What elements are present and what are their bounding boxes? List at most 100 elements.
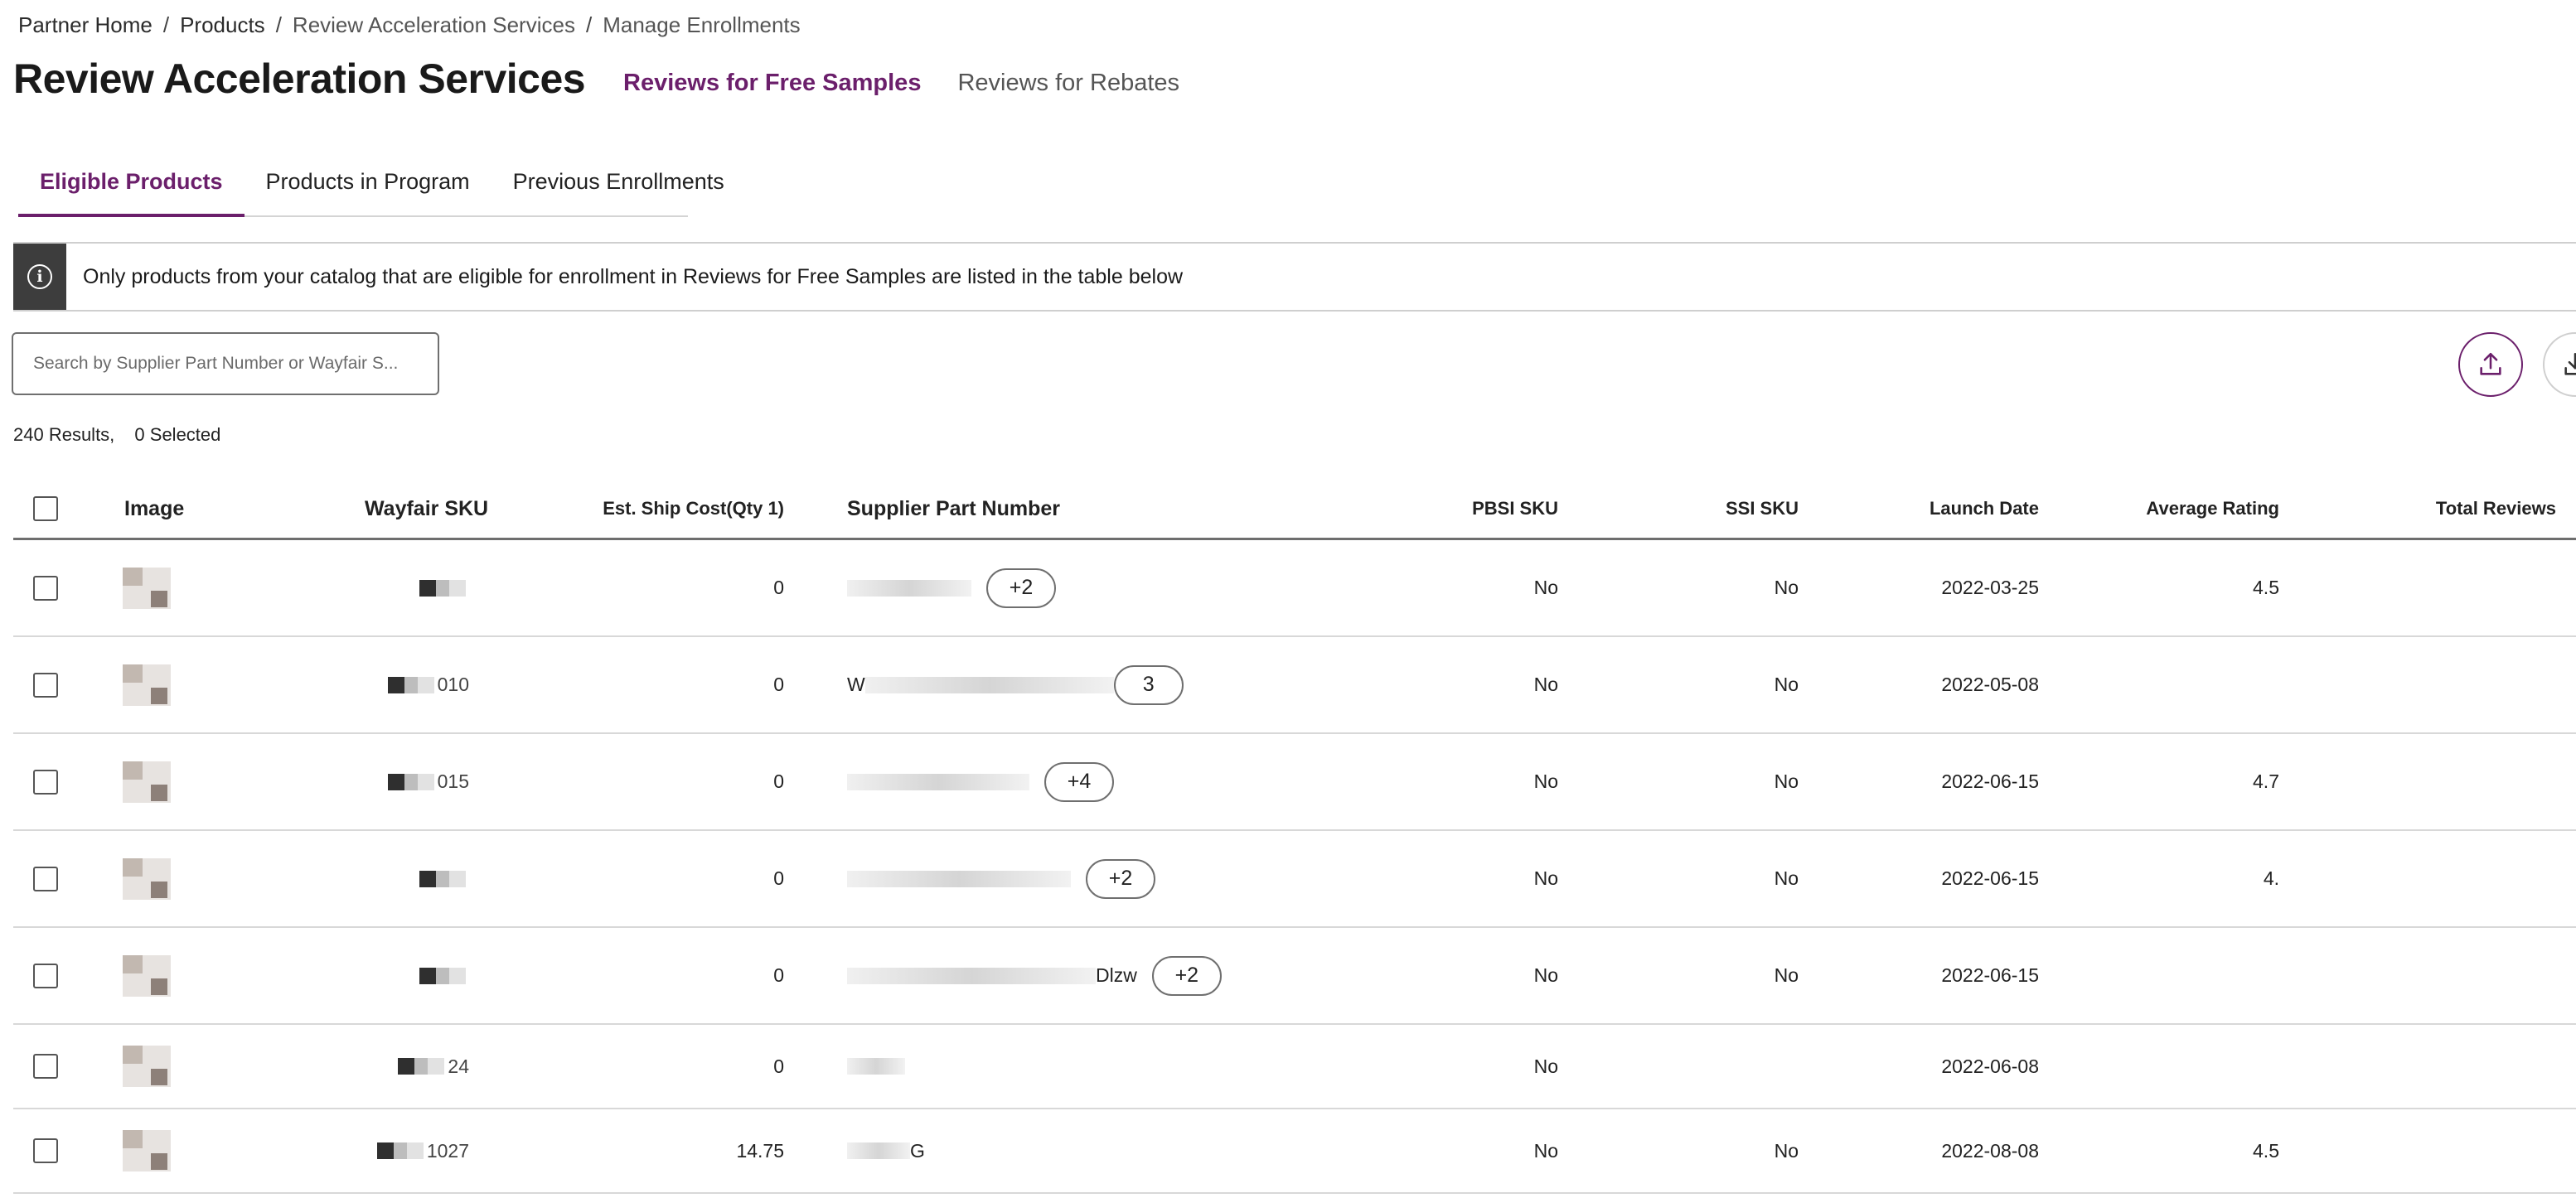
ship-cost: 0 [773,770,784,792]
tab-previous-enrollments[interactable]: Previous Enrollments [491,162,746,215]
search-input[interactable] [12,332,439,395]
breadcrumb-products[interactable]: Products [180,12,265,38]
select-all-cell [33,477,58,540]
pbsi-sku: No [1533,770,1558,792]
launch-date: 2022-03-25 [1941,577,2039,598]
column-header-ship-cost[interactable]: Est. Ship Cost(Qty 1) [593,477,784,540]
page-title: Review Acceleration Services [13,56,586,102]
column-header-ssi-sku[interactable]: SSI SKU [1629,477,1799,540]
breadcrumb-manage-enrollments: Manage Enrollments [603,12,801,37]
ship-cost: 0 [773,1055,784,1077]
pbsi-sku: No [1533,867,1558,889]
ssi-sku: No [1774,770,1799,792]
wayfair-sku [370,928,469,1023]
table-row[interactable]: 0 +2 No No 2022-03-25 4.5 [13,540,2576,637]
supplier-part-text: G [910,1139,925,1162]
sub-tabs: Eligible Products Products in Program Pr… [18,162,724,217]
product-thumbnail[interactable] [123,761,171,803]
product-thumbnail[interactable] [123,664,171,706]
breadcrumb-review-acceleration[interactable]: Review Acceleration Services [293,12,575,38]
tab-reviews-rebates[interactable]: Reviews for Rebates [957,70,1179,97]
pbsi-sku: No [1533,577,1558,598]
average-rating [2110,637,2279,732]
more-parts-pill[interactable]: +2 [986,568,1056,608]
column-header-launch-date[interactable]: Launch Date [1870,477,2039,540]
masked-part-number [847,1058,905,1075]
supplier-part-number: Dlzw +2 [847,928,1222,1023]
average-rating [2110,928,2279,1023]
breadcrumb-separator: / [585,12,593,37]
row-checkbox[interactable] [33,672,58,698]
wayfair-sku: 015 [370,734,469,829]
breadcrumb-separator: / [162,12,170,37]
table-row[interactable]: 1027 14.75 G No No 2022-08-08 4.5 [13,1109,2576,1194]
table-row[interactable]: 24 0 No 2022-06-08 [13,1025,2576,1109]
supplier-part-number: +4 [847,734,1114,829]
masked-part-number [847,579,971,597]
more-parts-pill[interactable]: +2 [1151,955,1222,996]
wayfair-sku: 010 [370,637,469,732]
ship-cost: 0 [773,964,784,986]
upload-button[interactable] [2458,332,2523,397]
tab-products-in-program[interactable]: Products in Program [245,162,491,215]
more-parts-pill[interactable]: +2 [1086,858,1155,899]
download-button[interactable] [2543,332,2576,397]
table-row[interactable]: 010 0 W 3 No No 2022-05-08 [13,637,2576,734]
supplier-part-number: W 3 [847,637,1184,732]
wayfair-sku [370,831,469,926]
product-thumbnail[interactable] [123,857,171,900]
column-header-pbsi-sku[interactable]: PBSI SKU [1389,477,1558,540]
row-checkbox[interactable] [33,575,58,601]
product-thumbnail[interactable] [123,1130,171,1171]
upload-icon [2480,352,2501,375]
pbsi-sku: No [1533,674,1558,695]
row-checkbox[interactable] [33,769,58,795]
row-checkbox[interactable] [33,866,58,891]
tab-reviews-free-samples[interactable]: Reviews for Free Samples [623,70,921,97]
ssi-sku: No [1774,1139,1799,1162]
breadcrumb-separator: / [275,12,282,37]
total-reviews [2334,734,2556,829]
pbsi-sku: No [1533,1139,1558,1162]
total-reviews [2334,637,2556,732]
tab-eligible-products[interactable]: Eligible Products [18,162,245,217]
product-thumbnail[interactable] [123,567,171,609]
launch-date: 2022-05-08 [1941,674,2039,695]
table-row[interactable]: 0 +2 No No 2022-06-15 4. [13,831,2576,928]
breadcrumb-partner-home[interactable]: Partner Home [18,12,153,38]
average-rating: 4.5 [2253,577,2279,598]
column-header-supplier-part[interactable]: Supplier Part Number [847,477,1060,540]
more-parts-pill[interactable]: +4 [1044,761,1114,802]
column-header-wayfair-sku[interactable]: Wayfair SKU [365,477,488,540]
supplier-part-number: +2 [847,831,1155,926]
total-reviews [2334,1109,2556,1192]
supplier-part-number: +2 [847,540,1056,635]
select-all-checkbox[interactable] [33,496,58,521]
row-checkbox[interactable] [33,1054,58,1079]
table-row[interactable]: 0 Dlzw +2 No No 2022-06-15 [13,928,2576,1025]
column-header-average-rating[interactable]: Average Rating [2110,477,2279,540]
masked-part-number [864,676,1114,693]
product-thumbnail[interactable] [123,1046,171,1087]
product-thumbnail[interactable] [123,954,171,997]
more-parts-pill[interactable]: 3 [1113,664,1184,705]
row-checkbox[interactable] [33,1138,58,1163]
launch-date: 2022-06-08 [1941,1055,2039,1077]
launch-date: 2022-08-08 [1941,1139,2039,1162]
table-row[interactable]: 015 0 +4 No No 2022-06-15 4.7 [13,734,2576,831]
average-rating: 4.5 [2253,1139,2279,1162]
launch-date: 2022-06-15 [1941,770,2039,792]
pbsi-sku: No [1533,964,1558,986]
average-rating: 4.7 [2253,770,2279,792]
row-checkbox[interactable] [33,963,58,988]
column-header-total-reviews[interactable]: Total Reviews [2334,477,2556,540]
results-summary: 240 Results, 0 Selected [13,424,220,446]
info-banner-text: Only products from your catalog that are… [83,264,1184,288]
wayfair-sku: 1027 [370,1109,469,1192]
ship-cost: 0 [773,577,784,598]
ship-cost: 0 [773,867,784,889]
ssi-sku: No [1774,867,1799,889]
results-count: 240 Results, [13,424,115,445]
wayfair-sku [370,540,469,635]
launch-date: 2022-06-15 [1941,867,2039,889]
